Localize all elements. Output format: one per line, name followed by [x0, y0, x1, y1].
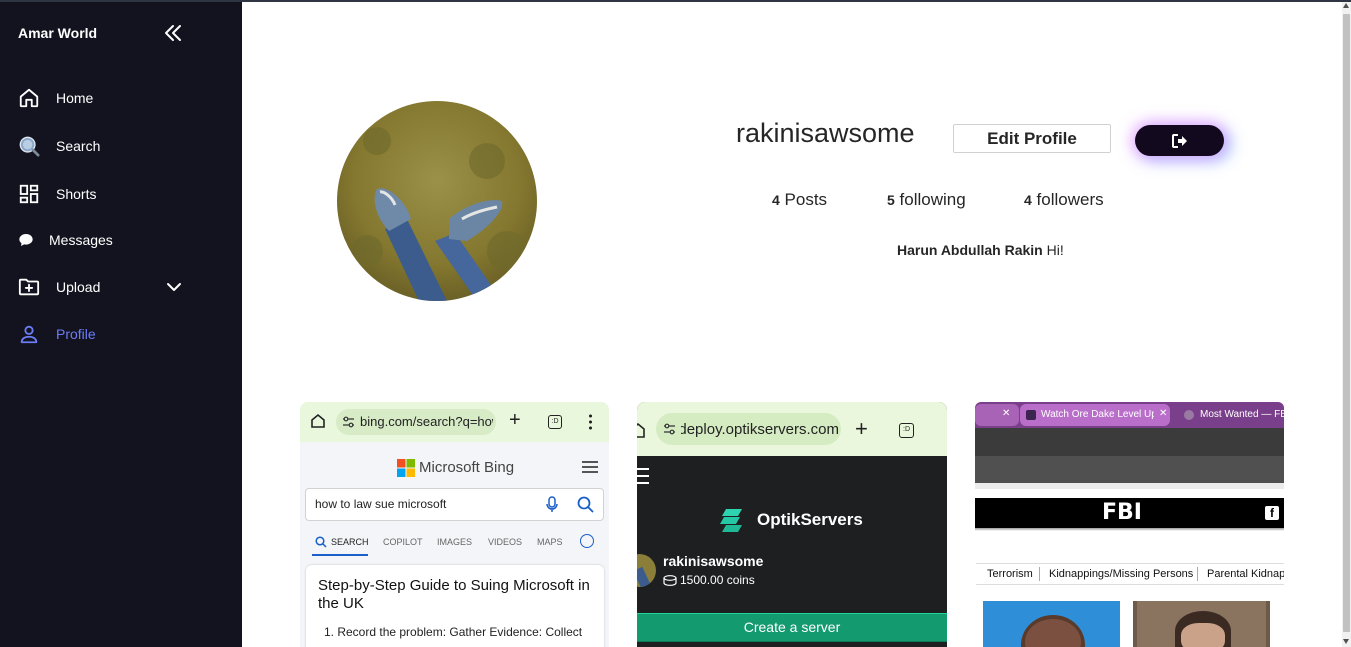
page-scrollbar[interactable] — [1342, 0, 1351, 647]
sidebar-item-label: Profile — [56, 326, 96, 342]
search-icon — [19, 136, 40, 157]
coins-icon — [663, 575, 677, 586]
search-icon — [577, 496, 594, 513]
address-text: deploy.optikservers.com — [681, 421, 839, 438]
following-count[interactable]: 5 following — [887, 190, 966, 210]
sidebar-item-upload[interactable]: Upload — [18, 275, 100, 299]
profile-bio-text: Hi! — [1046, 242, 1064, 258]
edit-profile-button[interactable]: Edit Profile — [953, 124, 1111, 153]
sidebar-item-profile[interactable]: Profile — [18, 322, 96, 346]
divider — [975, 483, 1284, 489]
result-text: 1. Record the problem: Gather Evidence: … — [324, 625, 583, 639]
logout-button[interactable] — [1135, 125, 1224, 156]
profile-full-name: Harun Abdullah Rakin — [897, 242, 1043, 258]
nav-terrorism: Terrorism — [987, 568, 1033, 580]
fbi-banner-band — [975, 456, 1284, 483]
user-avatar — [637, 554, 656, 587]
sidebar-item-label: Messages — [49, 232, 113, 248]
hamburger-menu-icon — [582, 461, 598, 473]
profile-avatar[interactable] — [337, 101, 537, 301]
account-username: rakinisawsome — [663, 553, 764, 569]
sidebar: Amar World Home Search Shorts Messages U… — [0, 0, 242, 647]
optikservers-brand: OptikServers — [757, 510, 863, 529]
grid-icon — [19, 184, 39, 204]
wanted-photo — [1133, 601, 1270, 647]
optikservers-logo-icon — [720, 509, 742, 532]
chevron-down-icon[interactable] — [164, 278, 184, 296]
sidebar-item-label: Shorts — [56, 186, 97, 202]
posts-count: 4 Posts — [772, 190, 828, 209]
hamburger-menu-icon — [637, 468, 649, 484]
home-icon — [19, 88, 39, 108]
sidebar-item-messages[interactable]: Messages — [18, 228, 113, 252]
site-favicon-icon — [1184, 410, 1194, 420]
microsoft-logo-icon — [397, 459, 415, 477]
new-tab-icon: + — [509, 409, 521, 431]
brand-title: Amar World — [18, 25, 98, 41]
new-tab-icon: + — [855, 416, 868, 441]
collapse-sidebar-icon[interactable] — [163, 24, 183, 42]
more-options-icon — [589, 413, 592, 430]
post-thumbnail[interactable]: bing.com/search?q=how + :D Microsoft Bin… — [300, 402, 609, 647]
home-icon — [311, 413, 325, 428]
tab-title: Most Wanted — FBI — [1200, 409, 1284, 420]
result-title: Step-by-Step Guide to Suing Microsoft in… — [318, 577, 590, 612]
sidebar-item-label: Home — [56, 90, 94, 106]
bing-brand: Microsoft Bing — [419, 459, 515, 476]
create-server-label: Create a server — [743, 619, 841, 635]
sidebar-item-shorts[interactable]: Shorts — [18, 182, 96, 206]
browser-tab — [975, 404, 1019, 426]
folder-plus-icon — [18, 278, 40, 296]
scroll-up-arrow-icon[interactable] — [1343, 3, 1349, 8]
site-favicon-icon — [1026, 410, 1036, 420]
microphone-icon — [546, 496, 558, 512]
tab-title: Watch Ore Dake Level Up — [1041, 409, 1154, 420]
nav-divider — [1039, 567, 1040, 581]
active-tab-indicator — [312, 554, 368, 556]
avatar-photo — [337, 101, 537, 301]
scrollbar-thumb[interactable] — [1343, 14, 1350, 632]
nav-divider — [1197, 567, 1198, 581]
fbi-logo: FBI — [1102, 500, 1142, 525]
user-icon — [20, 325, 38, 344]
post-thumbnail[interactable]: deploy.optikservers.com + :D OptikServer… — [637, 402, 947, 647]
coins-balance: 1500.00 coins — [680, 573, 755, 587]
post-thumbnail[interactable]: ✕ Watch Ore Dake Level Up ✕ Most Wanted … — [975, 402, 1284, 647]
sidebar-item-home[interactable]: Home — [18, 86, 93, 110]
site-settings-icon — [664, 423, 675, 435]
tab-switcher-icon: :D — [899, 423, 914, 438]
tab-switcher-icon: :D — [548, 415, 562, 429]
home-icon — [637, 422, 645, 438]
window-top-border — [0, 0, 1351, 2]
sidebar-item-search[interactable]: Search — [18, 134, 100, 158]
profile-username: rakinisawsome — [736, 118, 915, 148]
site-settings-icon — [343, 416, 354, 428]
sidebar-item-label: Upload — [56, 279, 101, 295]
chat-bubble-icon — [19, 234, 33, 246]
close-tab-icon: ✕ — [1002, 408, 1011, 419]
filter-icon — [580, 534, 594, 548]
tab-maps: MAPS — [537, 537, 563, 547]
search-query: how to law sue microsoft — [315, 497, 447, 511]
tab-videos: VIDEOS — [488, 537, 523, 547]
scroll-down-arrow-icon[interactable] — [1343, 639, 1349, 644]
followers-count[interactable]: 4 followers — [1024, 190, 1104, 210]
address-text: bing.com/search?q=how — [360, 414, 493, 429]
profile-bio: Harun Abdullah Rakin Hi! — [897, 242, 1064, 258]
tab-images: IMAGES — [437, 537, 473, 547]
search-tab-icon — [315, 536, 327, 548]
facebook-icon: f — [1265, 506, 1279, 520]
logout-icon — [1171, 133, 1187, 148]
nav-parental-kidnap: Parental Kidnap — [1207, 568, 1284, 580]
tab-copilot: COPILOT — [383, 537, 423, 547]
nav-kidnappings: Kidnappings/Missing Persons — [1049, 568, 1194, 580]
wanted-photo — [983, 601, 1120, 647]
header-shadow — [975, 528, 1284, 531]
tab-search: SEARCH — [331, 537, 369, 547]
sidebar-item-label: Search — [56, 138, 101, 154]
close-tab-icon: ✕ — [1159, 408, 1168, 419]
